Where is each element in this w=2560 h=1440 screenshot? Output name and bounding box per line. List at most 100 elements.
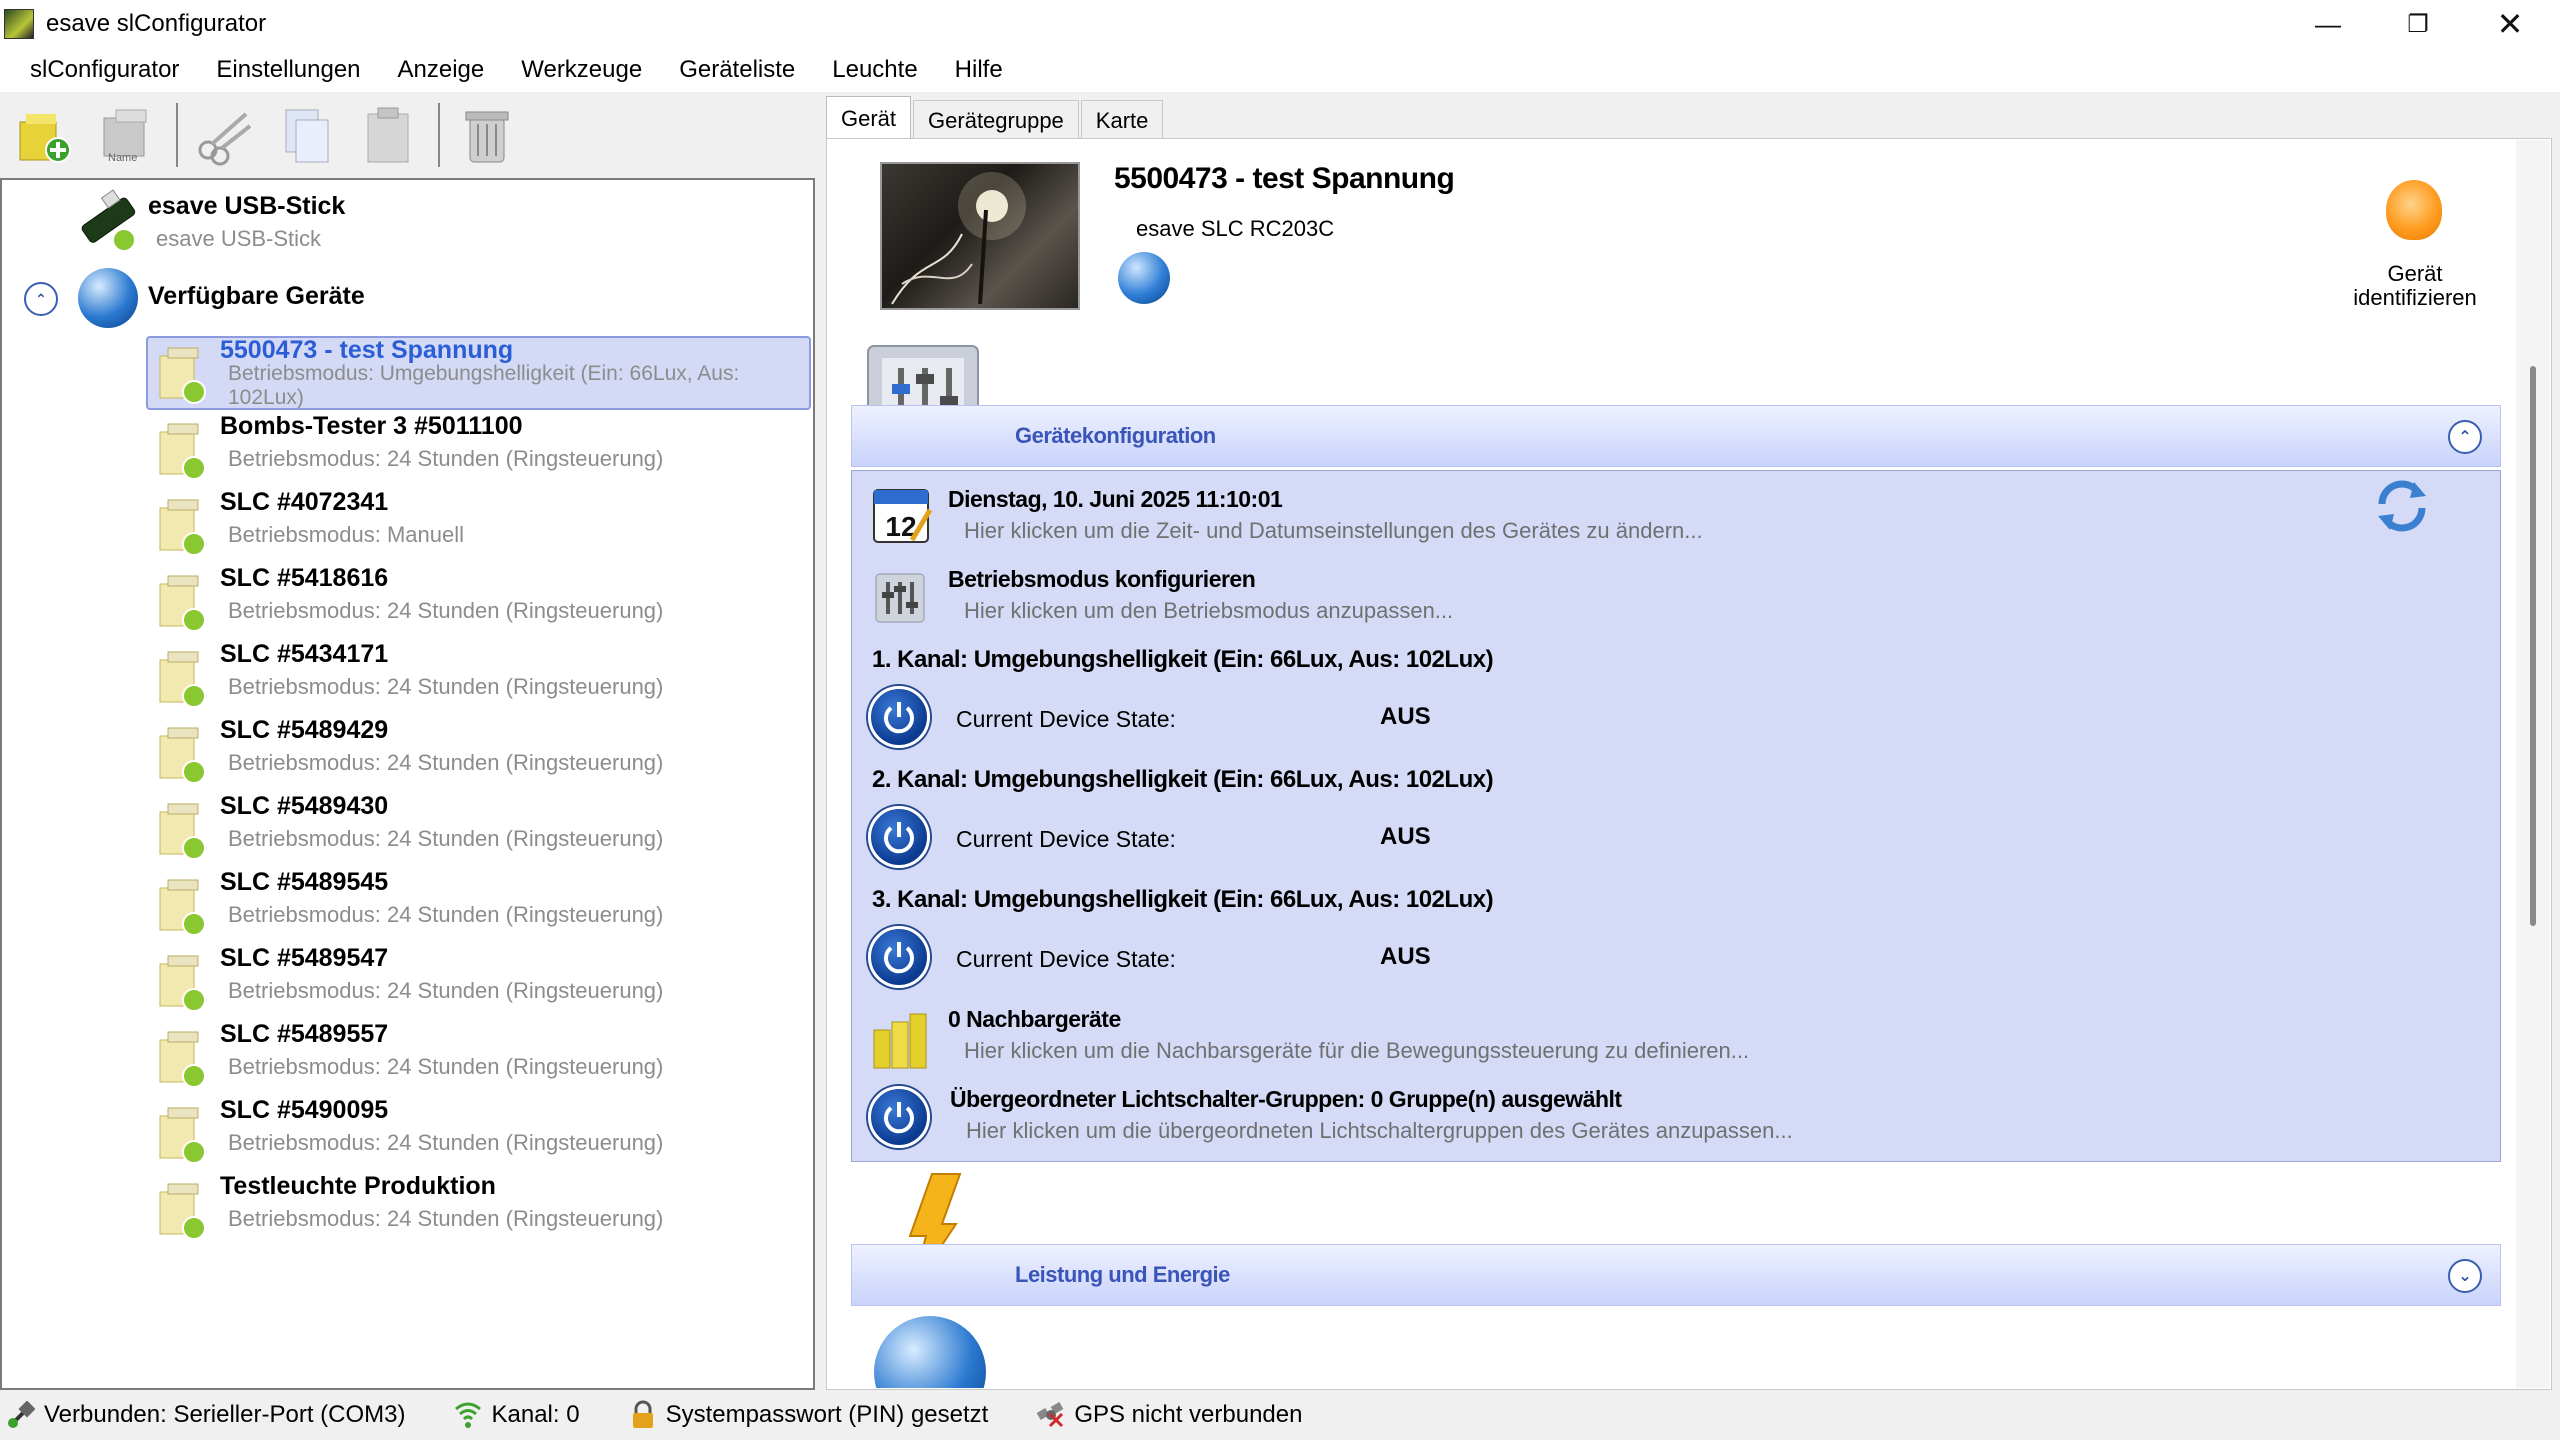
toolbar-separator (176, 103, 178, 167)
device-lamp-icon (146, 494, 208, 556)
group-title[interactable]: Verfügbare Geräte (148, 282, 365, 311)
device-title[interactable]: SLC #5489545 (220, 868, 388, 897)
identify-device-button[interactable]: Gerät identifizieren (2330, 180, 2500, 310)
chevron-up-icon: ⌃ (35, 290, 47, 307)
device-title[interactable]: SLC #4072341 (220, 488, 388, 517)
neighbors-subtitle[interactable]: Hier klicken um die Nachbarsgeräte für d… (964, 1038, 1749, 1064)
tab-geraetegruppe[interactable]: Gerätegruppe (913, 100, 1079, 140)
status-channel-text: Kanal: 0 (491, 1401, 580, 1428)
power-expand-button[interactable]: ⌄ (2448, 1259, 2482, 1293)
device-lamp-icon (146, 874, 208, 936)
scrollbar-thumb[interactable] (2530, 366, 2536, 926)
config-section-header[interactable]: Gerätekonfiguration ⌃ (851, 405, 2501, 467)
menu-leuchte[interactable]: Leuchte (818, 56, 931, 84)
switchgroups-title[interactable]: Übergeordneter Lichtschalter-Gruppen: 0 … (950, 1086, 1622, 1113)
usb-stick-title[interactable]: esave USB-Stick (148, 192, 345, 221)
minimize-button[interactable]: — (2282, 0, 2374, 48)
status-connection-text: Verbunden: Serieller-Port (COM3) (44, 1401, 406, 1428)
status-channel: Kanal: 0 (453, 1400, 580, 1430)
copy-button[interactable] (274, 100, 340, 170)
device-lamp-icon (146, 570, 208, 632)
channel-1-power-button[interactable] (868, 686, 930, 748)
collapse-group-button[interactable]: ⌃ (24, 282, 58, 316)
channel-2-state-label: Current Device State: (956, 826, 1176, 852)
device-title[interactable]: 5500473 - test Spannung (220, 336, 513, 365)
config-collapse-button[interactable]: ⌃ (2448, 420, 2482, 454)
tab-karte[interactable]: Karte (1080, 100, 1164, 140)
close-button[interactable]: ✕ (2464, 0, 2556, 48)
refresh-icon (2378, 480, 2426, 532)
device-title[interactable]: Bombs-Tester 3 #5011100 (220, 412, 523, 441)
device-model: esave SLC RC203C (1136, 216, 1335, 241)
network-globe-icon[interactable] (1118, 252, 1170, 304)
switchgroups-subtitle[interactable]: Hier klicken um die übergeordneten Licht… (966, 1118, 1793, 1144)
refresh-button[interactable] (2374, 478, 2430, 534)
device-lamp-icon (146, 798, 208, 860)
datetime-title[interactable]: Dienstag, 10. Juni 2025 11:10:01 (948, 486, 1283, 513)
device-subtitle: Betriebsmodus: 24 Stunden (Ringsteuerung… (228, 1130, 664, 1155)
neighbors-icon[interactable] (872, 1008, 930, 1070)
satellite-icon (1036, 1400, 1066, 1430)
switchgroups-icon[interactable] (868, 1086, 930, 1148)
status-pin: Systempasswort (PIN) gesetzt (628, 1400, 989, 1430)
device-lamp-icon (146, 1102, 208, 1164)
device-subtitle: Betriebsmodus: 24 Stunden (Ringsteuerung… (228, 750, 664, 775)
menu-slconfigurator[interactable]: slConfigurator (16, 56, 193, 84)
device-subtitle: Betriebsmodus: 24 Stunden (Ringsteuerung… (228, 826, 664, 851)
close-icon: ✕ (2496, 6, 2524, 42)
device-title[interactable]: SLC #5489430 (220, 792, 388, 821)
channel-1-title: 1. Kanal: Umgebungshelligkeit (Ein: 66Lu… (872, 646, 1494, 673)
delete-button[interactable] (454, 100, 520, 170)
identify-label-line1: Gerät (2387, 261, 2443, 286)
device-lamp-icon (146, 1026, 208, 1088)
datetime-subtitle[interactable]: Hier klicken um die Zeit- und Datumseins… (964, 518, 1703, 544)
tab-geraet[interactable]: Gerät (826, 96, 912, 140)
device-tree: esave USB-Stick esave USB-Stick ⌃ Verfüg… (0, 178, 815, 1390)
menu-bar: slConfigurator Einstellungen Anzeige Wer… (0, 48, 2560, 92)
channel-3-power-button[interactable] (868, 926, 930, 988)
paste-button[interactable] (356, 100, 422, 170)
menu-hilfe[interactable]: Hilfe (941, 56, 1017, 84)
rename-button[interactable]: Name (94, 100, 160, 170)
channel-2-power-button[interactable] (868, 806, 930, 868)
mode-subtitle[interactable]: Hier klicken um den Betriebsmodus anzupa… (964, 598, 1453, 624)
menu-werkzeuge[interactable]: Werkzeuge (507, 56, 656, 84)
app-icon (4, 9, 34, 39)
calendar-icon[interactable]: 12 (872, 484, 933, 546)
toolbar-separator (438, 103, 440, 167)
toolbar: Name (0, 92, 815, 178)
power-section-header[interactable]: Leistung und Energie ⌄ (851, 1244, 2501, 1306)
device-subtitle: Betriebsmodus: 24 Stunden (Ringsteuerung… (228, 598, 664, 623)
add-device-button[interactable] (12, 100, 78, 170)
maximize-button[interactable]: ❐ (2372, 0, 2464, 48)
device-title[interactable]: SLC #5489557 (220, 1020, 388, 1049)
neighbors-title[interactable]: 0 Nachbargeräte (948, 1006, 1121, 1033)
identify-label-line2: identifizieren (2353, 285, 2477, 310)
channel-3-state-label: Current Device State: (956, 946, 1176, 972)
status-gps: GPS nicht verbunden (1036, 1400, 1302, 1430)
device-title[interactable]: SLC #5418616 (220, 564, 388, 593)
cut-button[interactable] (192, 100, 258, 170)
device-subtitle: Betriebsmodus: 24 Stunden (Ringsteuerung… (228, 1054, 664, 1079)
street-lamp-image (891, 172, 1026, 305)
detail-scrollbar[interactable] (2516, 140, 2550, 1388)
device-title[interactable]: SLC #5490095 (220, 1096, 388, 1125)
device-title[interactable]: Testleuchte Produktion (220, 1172, 496, 1201)
device-title[interactable]: SLC #5434171 (220, 640, 388, 669)
channel-3-title: 3. Kanal: Umgebungshelligkeit (Ein: 66Lu… (872, 886, 1494, 913)
rename-label: Name (108, 152, 138, 164)
menu-geraeteliste[interactable]: Geräteliste (665, 56, 809, 84)
device-title[interactable]: SLC #5489429 (220, 716, 388, 745)
mode-config-icon[interactable] (872, 570, 928, 626)
identify-label: Gerät identifizieren (2330, 262, 2500, 310)
chevron-up-icon: ⌃ (2458, 429, 2472, 446)
menu-anzeige[interactable]: Anzeige (384, 56, 499, 84)
status-pin-text: Systempasswort (PIN) gesetzt (665, 1401, 989, 1428)
device-lamp-icon (146, 646, 208, 708)
mode-title[interactable]: Betriebsmodus konfigurieren (948, 566, 1256, 593)
trash-icon (465, 111, 509, 163)
channel-3-state-value: AUS (1380, 943, 1431, 970)
device-subtitle: Betriebsmodus: 24 Stunden (Ringsteuerung… (228, 978, 664, 1003)
device-title[interactable]: SLC #5489547 (220, 944, 388, 973)
menu-einstellungen[interactable]: Einstellungen (202, 56, 374, 84)
